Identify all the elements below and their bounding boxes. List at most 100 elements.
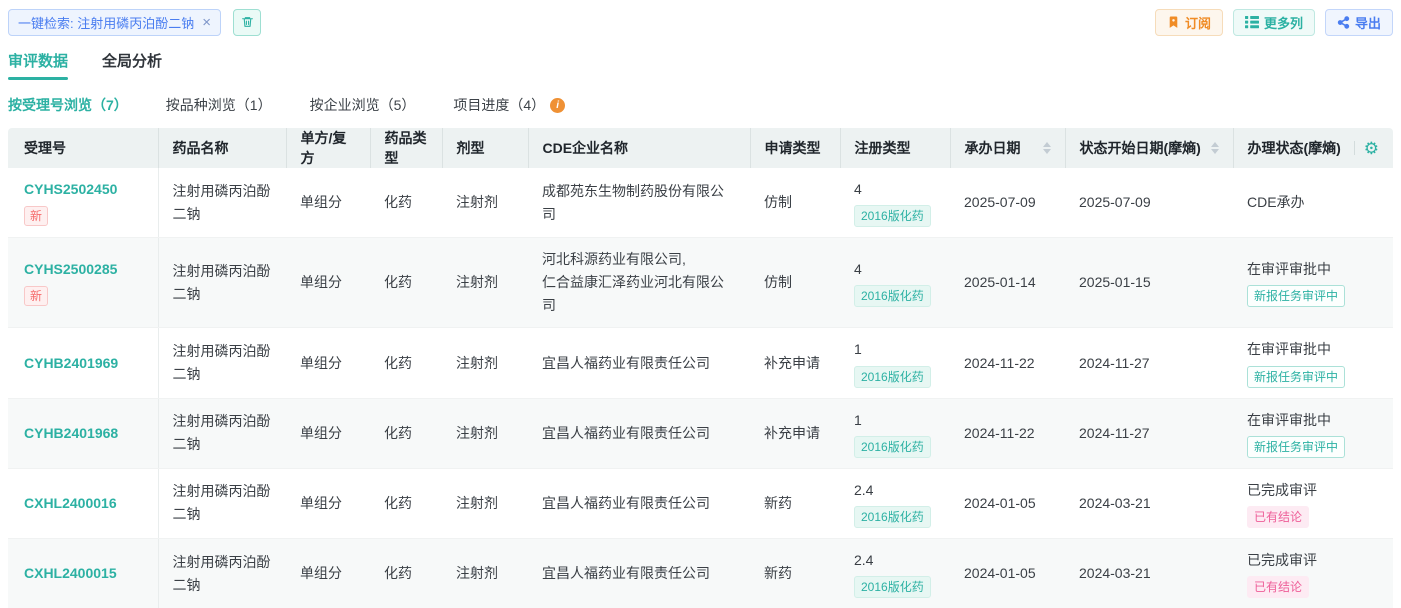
registration-type-cell: 4 2016版化药 <box>840 238 950 328</box>
col-header-drug-type: 药品类型 <box>370 128 442 168</box>
gear-icon[interactable]: ⚙ <box>1364 140 1379 157</box>
acceptance-no-link[interactable]: CYHB2401968 <box>24 422 118 445</box>
drug-name-cell: 注射用磷丙泊酚二钠 <box>158 539 286 608</box>
registration-tag: 2016版化药 <box>854 506 931 528</box>
handling-status-cell: 在审评审批中 新报任务审评中 <box>1233 398 1393 468</box>
dosage-form-cell: 注射剂 <box>442 539 528 608</box>
application-type-cell: 新药 <box>750 468 840 538</box>
drug-type-cell: 化药 <box>370 238 442 328</box>
handling-status-cell: CDE承办 <box>1233 168 1393 238</box>
composition-cell: 单组分 <box>286 539 370 608</box>
col-header-acceptance-date-label: 承办日期 <box>965 138 1021 158</box>
new-badge: 新 <box>24 286 48 306</box>
status-start-date-cell: 2025-01-15 <box>1065 238 1233 328</box>
company-cell: 宜昌人福药业有限责任公司 <box>528 398 750 468</box>
registration-tag: 2016版化药 <box>854 436 931 458</box>
application-type-cell: 仿制 <box>750 238 840 328</box>
registration-type-cell: 2.4 2016版化药 <box>840 539 950 608</box>
status-start-date-cell: 2024-03-21 <box>1065 468 1233 538</box>
drug-name-cell: 注射用磷丙泊酚二钠 <box>158 468 286 538</box>
acceptance-date-cell: 2024-11-22 <box>950 328 1065 398</box>
status-text: 在审评审批中 <box>1247 341 1331 357</box>
composition-cell: 单组分 <box>286 398 370 468</box>
dosage-form-cell: 注射剂 <box>442 468 528 538</box>
status-text: 在审评审批中 <box>1247 412 1331 428</box>
status-badge: 新报任务审评中 <box>1247 366 1345 388</box>
registration-type-value: 2.4 <box>854 482 873 498</box>
list-columns-icon <box>1245 15 1259 29</box>
company-cell: 成都苑东生物制药股份有限公司 <box>528 168 750 238</box>
drug-type-cell: 化药 <box>370 398 442 468</box>
registration-type-value: 4 <box>854 261 862 277</box>
col-header-status-start-date: 状态开始日期(摩熵) <box>1065 128 1233 168</box>
dosage-form-cell: 注射剂 <box>442 168 528 238</box>
registration-type-cell: 1 2016版化药 <box>840 398 950 468</box>
drug-type-cell: 化药 <box>370 168 442 238</box>
filter-tag-label: 一键检索: 注射用磷丙泊酚二钠 <box>18 13 194 32</box>
info-icon[interactable]: i <box>550 98 565 113</box>
topbar: 一键检索: 注射用磷丙泊酚二钠 × 订阅 更多列 导出 <box>8 8 1393 36</box>
tab-review-data-label: 审评数据 <box>8 53 68 70</box>
subscribe-button[interactable]: 订阅 <box>1155 9 1223 36</box>
clear-filters-button[interactable] <box>233 9 261 36</box>
tab-global-analysis[interactable]: 全局分析 <box>102 50 162 80</box>
col-header-handling-status-label: 办理状态(摩熵) <box>1248 138 1341 158</box>
tab-global-analysis-label: 全局分析 <box>102 53 162 70</box>
subtabs: 按受理号浏览（7） 按品种浏览（1） 按企业浏览（5） 项目进度（4） i <box>8 95 1393 115</box>
status-start-date-cell: 2024-11-27 <box>1065 328 1233 398</box>
review-table: 受理号 药品名称 单方/复方 药品类型 剂型 CDE企业名称 申请类型 注册类型… <box>8 128 1393 608</box>
acceptance-no-link[interactable]: CXHL2400016 <box>24 492 117 515</box>
registration-type-value: 1 <box>854 412 862 428</box>
filter-tag-close-icon[interactable]: × <box>202 15 211 30</box>
header-divider <box>1354 141 1355 155</box>
composition-cell: 单组分 <box>286 328 370 398</box>
subtab-by-acceptance-no[interactable]: 按受理号浏览（7） <box>8 95 128 115</box>
acceptance-date-cell: 2024-11-22 <box>950 398 1065 468</box>
acceptance-no-link[interactable]: CXHL2400015 <box>24 562 117 585</box>
subtab-by-acceptance-no-label: 按受理号浏览（7） <box>8 95 128 115</box>
subtab-by-company[interactable]: 按企业浏览（5） <box>310 95 416 115</box>
acceptance-date-cell: 2024-01-05 <box>950 468 1065 538</box>
status-start-date-cell: 2024-11-27 <box>1065 398 1233 468</box>
acceptance-no-link[interactable]: CYHS2502450 <box>24 178 117 201</box>
composition-cell: 单组分 <box>286 168 370 238</box>
sort-carets-icon[interactable] <box>1043 142 1051 154</box>
dosage-form-cell: 注射剂 <box>442 328 528 398</box>
trash-icon <box>241 15 254 29</box>
drug-type-cell: 化药 <box>370 328 442 398</box>
status-start-date-cell: 2024-03-21 <box>1065 539 1233 608</box>
table-row: CXHL2400016 注射用磷丙泊酚二钠 单组分 化药 注射剂 宜昌人福药业有… <box>8 468 1393 538</box>
subtab-by-variety[interactable]: 按品种浏览（1） <box>166 95 272 115</box>
handling-status-cell: 在审评审批中 新报任务审评中 <box>1233 328 1393 398</box>
handling-status-cell: 在审评审批中 新报任务审评中 <box>1233 238 1393 328</box>
col-header-drug-name: 药品名称 <box>158 128 286 168</box>
more-columns-button[interactable]: 更多列 <box>1233 9 1315 36</box>
composition-cell: 单组分 <box>286 238 370 328</box>
acceptance-no-link[interactable]: CYHS2500285 <box>24 258 117 281</box>
subtab-project-progress-label: 项目进度（4） <box>453 95 545 115</box>
registration-type-value: 1 <box>854 341 862 357</box>
drug-name-cell: 注射用磷丙泊酚二钠 <box>158 168 286 238</box>
company-cell: 河北科源药业有限公司, 仁合益康汇泽药业河北有限公司 <box>528 238 750 328</box>
tab-review-data[interactable]: 审评数据 <box>8 50 68 80</box>
export-label: 导出 <box>1355 13 1381 32</box>
subtab-project-progress[interactable]: 项目进度（4） i <box>453 95 565 115</box>
more-columns-label: 更多列 <box>1264 13 1303 32</box>
table-row: CYHB2401969 注射用磷丙泊酚二钠 单组分 化药 注射剂 宜昌人福药业有… <box>8 328 1393 398</box>
status-badge: 新报任务审评中 <box>1247 285 1345 307</box>
table-header-row: 受理号 药品名称 单方/复方 药品类型 剂型 CDE企业名称 申请类型 注册类型… <box>8 128 1393 168</box>
table-row: CYHB2401968 注射用磷丙泊酚二钠 单组分 化药 注射剂 宜昌人福药业有… <box>8 398 1393 468</box>
share-icon <box>1337 16 1350 29</box>
registration-type-cell: 1 2016版化药 <box>840 328 950 398</box>
application-type-cell: 补充申请 <box>750 398 840 468</box>
registration-type-value: 2.4 <box>854 552 873 568</box>
export-button[interactable]: 导出 <box>1325 9 1393 36</box>
registration-tag: 2016版化药 <box>854 285 931 307</box>
handling-status-cell: 已完成审评 已有结论 <box>1233 468 1393 538</box>
filter-tag[interactable]: 一键检索: 注射用磷丙泊酚二钠 × <box>8 9 221 36</box>
application-type-cell: 新药 <box>750 539 840 608</box>
registration-type-value: 4 <box>854 181 862 197</box>
acceptance-no-link[interactable]: CYHB2401969 <box>24 352 118 375</box>
status-text: 已完成审评 <box>1247 552 1317 568</box>
sort-carets-icon[interactable] <box>1211 142 1219 154</box>
